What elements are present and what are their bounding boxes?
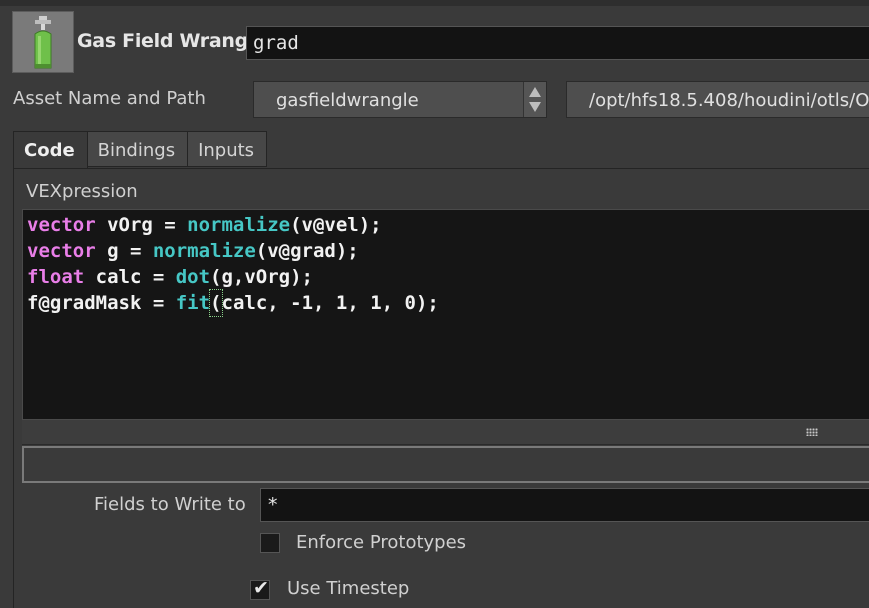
code-function: normalize [187,214,291,236]
node-type-label: Gas Field Wrangle [77,30,267,52]
code-text: f@gradMask = [27,292,176,314]
code-text: g = [95,240,153,262]
code-function: fit [175,292,211,314]
expression-field[interactable] [22,446,869,483]
tab-inputs[interactable]: Inputs [187,131,268,167]
tab-bindings[interactable]: Bindings [86,131,189,167]
code-keyword: vector [27,214,96,236]
updown-arrows-icon[interactable] [523,82,546,117]
asset-name-value: gasfieldwrangle [276,90,419,111]
asset-label: Asset Name and Path [13,88,206,109]
tab-bar: Code Bindings Inputs [13,131,268,169]
code-function: normalize [152,240,256,262]
fields-to-write-input[interactable]: * [260,488,869,522]
code-line: vector vOrg = normalize(v@vel); [27,212,869,238]
code-function: dot [175,266,211,288]
enforce-prototypes-checkbox[interactable] [260,533,280,553]
top-strip [0,0,869,6]
code-keyword: vector [27,240,96,262]
text-cursor: ( [209,289,223,317]
node-name-field[interactable]: grad [246,26,869,60]
code-line: vector g = normalize(v@grad); [27,238,869,264]
resize-grip-icon[interactable] [806,428,818,436]
code-line: f@gradMask = fit(calc, -1, 1, 1, 0); [27,289,869,317]
use-timestep-checkbox[interactable]: ✔ [250,577,270,600]
code-keyword: float [27,266,85,288]
code-text: vOrg = [95,214,188,236]
code-text: (g,vOrg); [210,266,313,288]
code-text: (v@vel); [290,214,382,236]
code-text: (v@grad); [255,240,359,262]
gas-cylinder-icon [12,11,74,73]
asset-path-field[interactable]: /opt/hfs18.5.408/houdini/otls/OPlib [566,81,869,118]
code-editor-footer [22,420,869,445]
enforce-prototypes-label: Enforce Prototypes [296,532,467,553]
tab-code[interactable]: Code [13,131,88,169]
code-text: calc, -1, 1, 1, 0); [221,292,439,314]
code-text: calc = [84,266,176,288]
vex-code-editor[interactable]: vector vOrg = normalize(v@vel); vector g… [22,209,869,420]
use-timestep-label: Use Timestep [287,578,410,599]
asset-name-select[interactable]: gasfieldwrangle [253,81,547,118]
vexpression-label: VEXpression [26,181,138,202]
checkmark-icon: ✔ [253,577,269,599]
code-line: float calc = dot(g,vOrg); [27,264,869,290]
fields-to-write-label: Fields to Write to [94,494,246,515]
